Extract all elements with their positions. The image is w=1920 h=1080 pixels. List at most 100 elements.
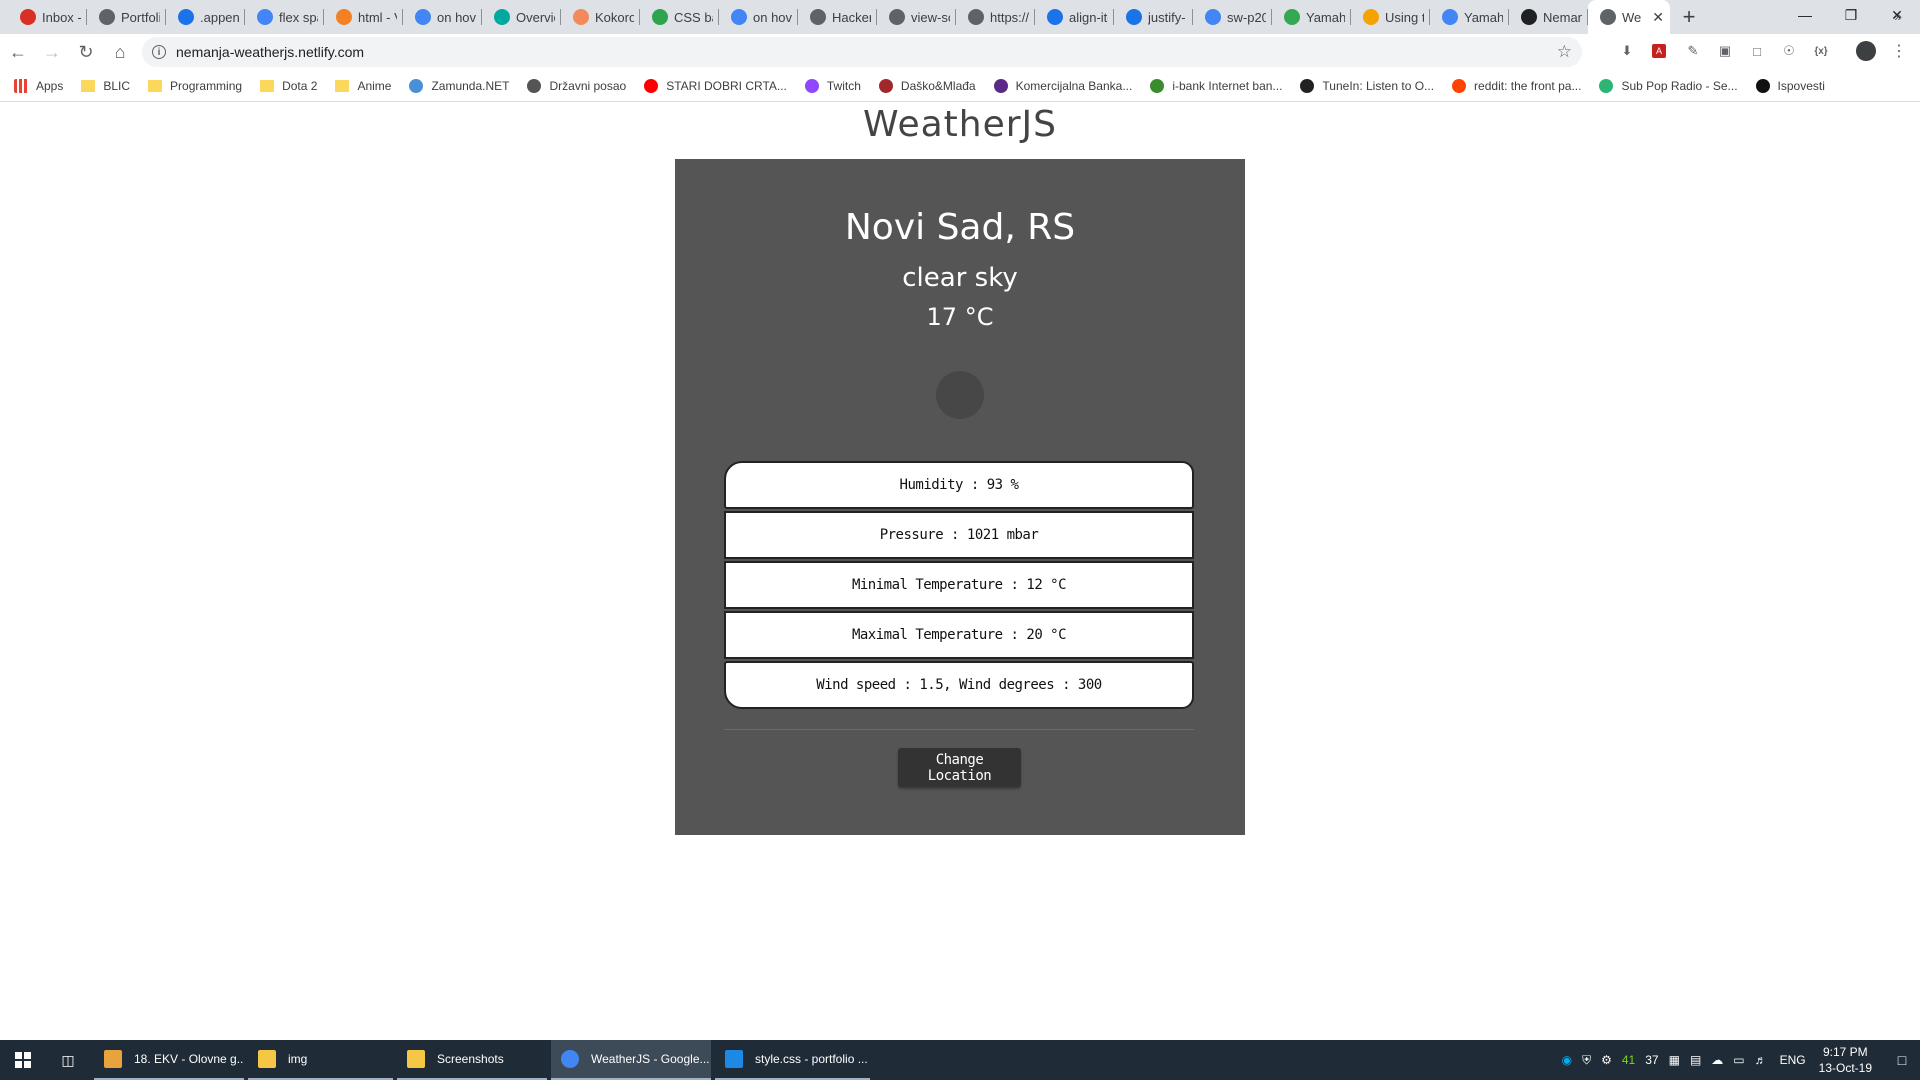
taskbar-app[interactable]: Screenshots (397, 1040, 547, 1080)
bookmark-label: Komercijalna Banka... (1015, 78, 1133, 93)
bookmarks-overflow-icon[interactable]: » (1894, 8, 1902, 24)
code-extension-icon[interactable]: {x} (1812, 42, 1830, 60)
google-icon (731, 9, 747, 25)
task-view-icon[interactable]: ◫ (46, 1040, 90, 1080)
taskbar-app-label: img (288, 1052, 308, 1066)
profile-avatar[interactable] (1856, 41, 1876, 61)
address-url[interactable]: nemanja-weatherjs.netlify.com (176, 44, 364, 60)
skype-icon[interactable]: ◉ (1562, 1053, 1572, 1067)
browser-tab[interactable]: Hacker (798, 0, 877, 34)
pdf-extension-icon[interactable]: A (1652, 44, 1666, 58)
weather-details-list: Humidity : 93 % Pressure : 1021 mbar Min… (724, 461, 1194, 709)
bookmark-item[interactable]: Apps (14, 78, 63, 93)
onedrive-icon[interactable]: ☁ (1711, 1053, 1723, 1067)
tab-title: flex spa (279, 9, 318, 25)
taskbar-app[interactable]: img (248, 1040, 393, 1080)
bookmark-item[interactable]: Državni posao (527, 78, 626, 93)
globe-icon (810, 9, 826, 25)
refresh-extension-icon[interactable]: ☉ (1780, 42, 1798, 60)
steam-icon[interactable]: ⚙ (1601, 1053, 1612, 1067)
vscode-icon (725, 1050, 743, 1068)
extension-icon[interactable]: □ (1748, 42, 1766, 60)
browser-tab[interactable]: justify- (1114, 0, 1193, 34)
bookmark-item[interactable]: STARI DOBRI CRTA... (644, 78, 787, 93)
bookmark-item[interactable]: BLIC (81, 79, 130, 93)
globe-icon (99, 9, 115, 25)
browser-tab[interactable]: html - V (324, 0, 403, 34)
location-heading: Novi Sad, RS (844, 207, 1076, 248)
bookmark-item[interactable]: Sub Pop Radio - Se... (1599, 78, 1738, 93)
browser-tab[interactable]: align-ite (1035, 0, 1114, 34)
network-icon[interactable]: ▭ (1733, 1053, 1744, 1067)
bookmark-item[interactable]: Zamunda.NET (409, 78, 509, 93)
bookmark-item[interactable]: Programming (148, 79, 242, 93)
taskbar-app[interactable]: style.css - portfolio ... (715, 1040, 870, 1080)
kokoro-icon (573, 9, 589, 25)
notifications-icon[interactable]: □ (1884, 1040, 1920, 1080)
new-tab-button[interactable]: + (1674, 0, 1704, 34)
start-button[interactable] (0, 1040, 46, 1080)
back-icon[interactable]: ← (2, 36, 34, 68)
taskbar-app[interactable]: WeatherJS - Google... (551, 1040, 711, 1080)
download-extension-icon[interactable]: ⬇ (1618, 42, 1636, 60)
reload-icon[interactable]: ↻ (70, 36, 102, 68)
site-favicon-icon (1755, 78, 1770, 93)
menu-kebab-icon[interactable]: ⋮ (1890, 42, 1908, 60)
network-adapter-icon[interactable]: ▦ (1669, 1053, 1680, 1067)
cast-extension-icon[interactable]: ▣ (1716, 42, 1734, 60)
close-tab-icon[interactable]: ✕ (1652, 9, 1664, 26)
bookmark-label: Dota 2 (282, 78, 318, 93)
address-bar[interactable]: i nemanja-weatherjs.netlify.com ☆ (142, 37, 1582, 67)
browser-tab-active[interactable]: We ✕ (1588, 0, 1670, 34)
folder-icon (148, 79, 163, 92)
browser-tab[interactable]: Inbox - (8, 0, 87, 34)
taskbar-app[interactable]: 18. EKV - Olovne g... (94, 1040, 244, 1080)
bookmark-star-icon[interactable]: ☆ (1557, 42, 1572, 62)
language-indicator[interactable]: ENG (1780, 1053, 1806, 1067)
minimize-icon[interactable]: — (1782, 0, 1828, 30)
gpu-temperature[interactable]: 37 (1645, 1053, 1658, 1067)
bookmark-label: reddit: the front pa... (1474, 78, 1582, 93)
bookmark-item[interactable]: i-bank Internet ban... (1150, 78, 1282, 93)
tab-title: https:// (990, 9, 1029, 25)
bookmark-item[interactable]: Komercijalna Banka... (993, 78, 1133, 93)
browser-tab[interactable]: Using t (1351, 0, 1430, 34)
bluetooth-icon[interactable]: ▤ (1690, 1053, 1701, 1067)
bookmark-item[interactable]: Anime (335, 79, 391, 93)
volume-icon[interactable]: ♬ (1755, 1053, 1767, 1067)
browser-tab[interactable]: Yamaha (1430, 0, 1509, 34)
bookmark-item[interactable]: Ispovesti (1755, 78, 1825, 93)
browser-toolbar: ← → ↻ ⌂ i nemanja-weatherjs.netlify.com … (0, 34, 1920, 70)
bookmark-item[interactable]: Daško&Mlađa (878, 78, 976, 93)
bookmark-label: Programming (170, 78, 243, 93)
browser-tab[interactable]: .append (166, 0, 245, 34)
browser-tab[interactable]: on hove (403, 0, 482, 34)
browser-tab[interactable]: https:// (956, 0, 1035, 34)
cpu-temperature[interactable]: 41 (1622, 1053, 1635, 1067)
browser-tab[interactable]: Overvie (482, 0, 561, 34)
browser-tab[interactable]: flex spa (245, 0, 324, 34)
browser-tab[interactable]: Portfoli (87, 0, 166, 34)
browser-tab[interactable]: Kokoro (561, 0, 640, 34)
security-icon[interactable]: ⛨ (1582, 1053, 1591, 1068)
forward-icon[interactable]: → (36, 36, 68, 68)
home-icon[interactable]: ⌂ (104, 36, 136, 68)
browser-tab[interactable]: on hove (719, 0, 798, 34)
clock[interactable]: 9:17 PM 13-Oct-19 (1819, 1044, 1872, 1076)
eyedropper-extension-icon[interactable]: ✎ (1684, 42, 1702, 60)
bookmark-item[interactable]: reddit: the front pa... (1452, 78, 1582, 93)
bookmark-item[interactable]: Twitch (804, 78, 861, 93)
browser-tab[interactable]: CSS ba (640, 0, 719, 34)
browser-tab[interactable]: Yamaha (1272, 0, 1351, 34)
change-location-button[interactable]: Change Location (898, 748, 1021, 787)
restore-icon[interactable]: ❐ (1828, 0, 1874, 30)
tab-title: on hove (437, 9, 476, 25)
browser-tab[interactable]: Neman (1509, 0, 1588, 34)
browser-tab[interactable]: sw-p20 (1193, 0, 1272, 34)
site-favicon-icon (1300, 78, 1315, 93)
browser-tab[interactable]: view-sc (877, 0, 956, 34)
detail-wind: Wind speed : 1.5, Wind degrees : 300 (724, 661, 1194, 709)
bookmark-item[interactable]: TuneIn: Listen to O... (1300, 78, 1434, 93)
bookmark-item[interactable]: Dota 2 (260, 79, 317, 93)
site-info-icon[interactable]: i (152, 45, 166, 59)
